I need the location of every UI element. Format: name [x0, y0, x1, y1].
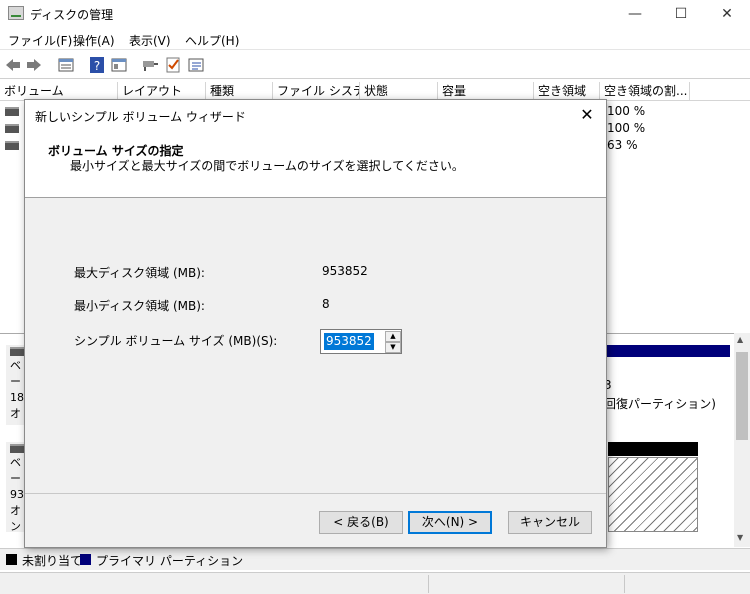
- title-bar: ディスクの管理 — ☐ ✕: [0, 0, 750, 28]
- volume-free-percent: 100 %: [607, 104, 646, 118]
- partition-label: 回復パーティション): [604, 397, 716, 411]
- min-disk-space-value: 8: [322, 297, 330, 311]
- menu-action[interactable]: 操作(A): [73, 32, 115, 49]
- max-disk-space-value: 953852: [322, 264, 368, 278]
- volume-icon: [5, 107, 19, 116]
- forward-icon[interactable]: [25, 56, 43, 74]
- next-button[interactable]: 次へ(N) >: [408, 511, 492, 534]
- dialog-separator: [25, 493, 606, 494]
- partition-header-unallocated: [608, 442, 698, 456]
- svg-text:?: ?: [94, 59, 100, 73]
- toolbar: ?: [0, 51, 750, 79]
- back-icon[interactable]: [4, 56, 22, 74]
- status-divider: [428, 575, 429, 593]
- legend-primary-label: プライマリ パーティション: [96, 554, 244, 568]
- maximize-button[interactable]: ☐: [658, 0, 704, 28]
- unallocated-partition[interactable]: [608, 457, 698, 532]
- disk-icon: [10, 444, 24, 453]
- volume-size-input[interactable]: 953852: [324, 333, 374, 350]
- legend-primary-swatch: [80, 554, 91, 565]
- legend-bar: 未割り当て プライマリ パーティション: [0, 548, 750, 570]
- cancel-button[interactable]: キャンセル: [508, 511, 592, 534]
- status-bar: [0, 572, 750, 594]
- check-icon[interactable]: [164, 56, 182, 74]
- partition-header-primary: [604, 345, 730, 357]
- connect-icon[interactable]: [141, 56, 159, 74]
- spin-up-icon[interactable]: ▲: [385, 331, 401, 342]
- status-divider: [624, 575, 625, 593]
- column-free-percent[interactable]: 空き領域の割...: [600, 82, 690, 101]
- disk-1-info[interactable]: ベー 93 オン: [6, 442, 26, 532]
- menu-help[interactable]: ヘルプ(H): [185, 32, 239, 49]
- minimize-button[interactable]: —: [612, 0, 658, 28]
- spin-down-icon[interactable]: ▼: [385, 342, 401, 353]
- scroll-down-icon[interactable]: ▼: [737, 533, 743, 542]
- properties-icon[interactable]: [110, 56, 128, 74]
- disk-0-info[interactable]: ベー 186 オン: [6, 345, 26, 425]
- menu-view[interactable]: 表示(V): [129, 32, 171, 49]
- legend-unallocated-swatch: [6, 554, 17, 565]
- volume-size-stepper[interactable]: 953852 ▲ ▼: [320, 329, 402, 354]
- back-button[interactable]: < 戻る(B): [319, 511, 403, 534]
- menu-file[interactable]: ファイル(F): [8, 32, 72, 49]
- close-button[interactable]: ✕: [704, 0, 750, 28]
- scroll-up-icon[interactable]: ▲: [737, 335, 743, 344]
- disk-management-icon: [8, 6, 24, 20]
- volume-icon: [5, 124, 19, 133]
- legend-unallocated-label: 未割り当て: [22, 554, 83, 568]
- menu-bar: ファイル(F) 操作(A) 表示(V) ヘルプ(H): [0, 28, 750, 50]
- new-simple-volume-wizard: 新しいシンプル ボリューム ウィザード ✕ ボリューム サイズの指定 最小サイズ…: [24, 99, 607, 548]
- max-disk-space-label: 最大ディスク領域 (MB):: [74, 266, 205, 280]
- dialog-header: ボリューム サイズの指定 最小サイズと最大サイズの間でボリュームのサイズを選択し…: [25, 130, 606, 198]
- volume-free-percent: 100 %: [607, 121, 646, 135]
- list-icon[interactable]: [187, 56, 205, 74]
- volume-icon: [5, 141, 19, 150]
- dialog-title-bar: 新しいシンプル ボリューム ウィザード ✕: [25, 100, 606, 130]
- window-title: ディスクの管理: [30, 8, 114, 22]
- volume-free-percent: 63 %: [607, 138, 638, 152]
- scrollbar-thumb[interactable]: [736, 352, 748, 440]
- dialog-title: 新しいシンプル ボリューム ウィザード: [35, 110, 246, 124]
- disk-list-icon[interactable]: [57, 56, 75, 74]
- volume-size-label: シンプル ボリューム サイズ (MB)(S):: [74, 334, 278, 348]
- dialog-close-button[interactable]: ✕: [574, 103, 600, 127]
- disk-icon: [10, 347, 24, 356]
- dialog-subheading: 最小サイズと最大サイズの間でボリュームのサイズを選択してください。: [70, 159, 464, 173]
- help-icon[interactable]: ?: [88, 56, 106, 74]
- min-disk-space-label: 最小ディスク領域 (MB):: [74, 299, 205, 313]
